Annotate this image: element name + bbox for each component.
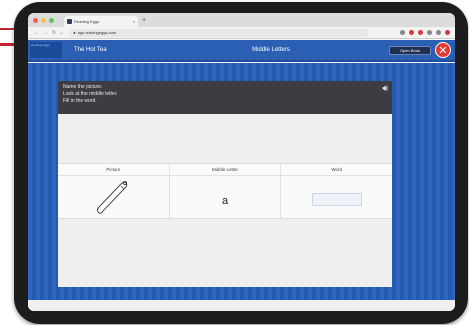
window-minimize-button[interactable] [41, 17, 46, 23]
extension-icon[interactable] [427, 30, 432, 35]
close-icon[interactable]: ✕ [435, 42, 451, 58]
instruction-line: Name the picture. [63, 84, 103, 90]
url-text: app.readingeggs.com [77, 30, 117, 35]
column-header-picture: Picture [58, 164, 170, 175]
extension-icon[interactable] [436, 30, 441, 35]
new-tab-button[interactable]: + [142, 17, 146, 24]
speaker-icon[interactable]: 🔊︎ [382, 84, 388, 93]
picture-cell [58, 176, 170, 218]
page-footer [28, 300, 455, 311]
lock-icon: ● [73, 30, 76, 35]
open-book-button[interactable]: Open Book [388, 45, 431, 55]
browser-tab-bar: Reading Eggs × + [28, 13, 455, 27]
column-header-word: Word [331, 167, 343, 172]
home-icon[interactable]: ⌂ [60, 30, 63, 36]
extension-icon[interactable] [409, 30, 414, 35]
back-arrow-icon[interactable]: ← [34, 30, 39, 36]
table-row: a [58, 176, 392, 218]
word-input[interactable] [311, 192, 362, 206]
word-cell [281, 176, 392, 218]
extension-icons [400, 30, 450, 35]
window-controls [33, 17, 54, 23]
window-close-button[interactable] [33, 17, 38, 23]
instruction-line: Fill in the word. [63, 98, 97, 104]
app-header: Reading Eggs The Hot Tea Middle Letters … [28, 40, 455, 62]
app-title: The Hot Tea [74, 47, 107, 53]
profile-avatar-icon[interactable] [445, 30, 450, 35]
middle-letter-cell: a [170, 176, 282, 218]
reload-icon[interactable]: ↻ [52, 30, 56, 36]
middle-letter: a [221, 195, 229, 207]
scene: Reading Eggs × + ← → ↻ ⌂ ● app.readingeg… [0, 0, 469, 325]
lesson-title: Middle Letters [252, 47, 290, 53]
extension-icon[interactable] [400, 30, 405, 35]
forward-arrow-icon[interactable]: → [43, 30, 48, 36]
address-bar-row: ← → ↻ ⌂ ● app.readingeggs.com [28, 27, 455, 39]
window-maximize-button[interactable] [49, 17, 54, 23]
instructions-panel: Name the picture. Look at the middle let… [58, 81, 392, 114]
instruction-line: Look at the middle letter. [63, 91, 118, 97]
table-header: Picture Middle Letter Word [58, 164, 392, 176]
browser-tab[interactable]: Reading Eggs × [64, 16, 138, 27]
extension-icon[interactable] [418, 30, 423, 35]
column-header-middle-letter: Middle Letter [170, 164, 282, 175]
activity-table: Picture Middle Letter Word a [58, 163, 392, 219]
browser-tab-title: Reading Eggs [74, 19, 100, 24]
tab-close-icon[interactable]: × [133, 19, 135, 24]
baseball-bat-icon [97, 181, 128, 214]
nav-buttons: ← → ↻ ⌂ [34, 30, 63, 36]
url-field[interactable]: ● app.readingeggs.com [69, 28, 370, 37]
app-logo[interactable]: Reading Eggs [30, 42, 62, 58]
site-favicon-icon [67, 19, 72, 24]
